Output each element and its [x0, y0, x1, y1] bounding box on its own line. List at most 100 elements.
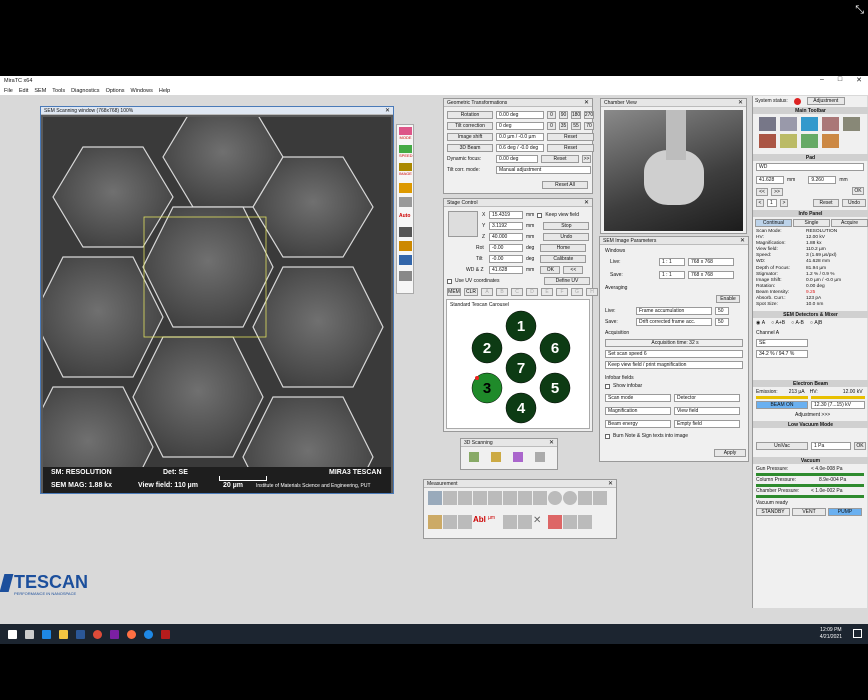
fullscreen-icon[interactable]: ⤡: [855, 4, 864, 17]
pad-next-button[interactable]: >>: [771, 188, 783, 196]
close-icon[interactable]: ✕: [385, 107, 390, 114]
slot-a[interactable]: A: [481, 288, 493, 296]
burn-texts-checkbox[interactable]: [605, 433, 610, 439]
reset-all-button[interactable]: Reset All: [542, 181, 588, 189]
rotation-field[interactable]: 0.00 deg: [496, 111, 544, 119]
brightness-icon[interactable]: [399, 197, 412, 207]
arc-icon[interactable]: [578, 491, 592, 505]
pointer-icon[interactable]: [503, 515, 517, 529]
keep-view-select[interactable]: Keep view field / print magnification: [605, 361, 743, 369]
more-button[interactable]: >>: [582, 155, 591, 163]
group-icon[interactable]: [563, 515, 577, 529]
image-tool[interactable]: IMAGE: [399, 163, 412, 177]
beam-on-button[interactable]: BEAM ON: [756, 401, 808, 409]
slot-f[interactable]: F: [556, 288, 568, 296]
stage-rot-field[interactable]: -0.00: [489, 244, 523, 252]
det-opt-a-plus-b[interactable]: ○ A+B: [771, 320, 785, 326]
slot-h[interactable]: H: [586, 288, 598, 296]
pressure-field[interactable]: 1 Pa: [811, 442, 851, 450]
tree-icon[interactable]: [801, 134, 818, 148]
store-icon[interactable]: [76, 629, 85, 639]
image-icon[interactable]: [822, 117, 839, 131]
link-icon[interactable]: [518, 515, 532, 529]
home-button[interactable]: Home: [540, 244, 587, 252]
menu-sem[interactable]: SEM: [34, 88, 46, 94]
palette-icon[interactable]: [822, 134, 839, 148]
eraser-icon[interactable]: [443, 515, 457, 529]
circle-icon[interactable]: [548, 491, 562, 505]
info-icon[interactable]: [801, 117, 818, 131]
color-icon[interactable]: [548, 515, 562, 529]
explorer-icon[interactable]: [59, 629, 68, 639]
undo-button[interactable]: Undo: [543, 233, 590, 241]
focus-icon[interactable]: [399, 227, 412, 237]
ellipse-icon[interactable]: [563, 491, 577, 505]
pad-undo-button[interactable]: Undo: [842, 199, 866, 207]
live-resolution-select[interactable]: 768 x 768: [688, 258, 734, 266]
rectangle-icon[interactable]: [518, 491, 532, 505]
3d-axis-icon[interactable]: [513, 452, 523, 462]
stage-y-field[interactable]: 3.1192: [489, 222, 523, 230]
dynamic-focus-field[interactable]: 0.00 deg: [496, 155, 538, 163]
sample-icon[interactable]: [780, 117, 797, 131]
media-icon[interactable]: [110, 629, 119, 639]
menu-windows[interactable]: Windows: [131, 88, 153, 94]
pad-prev-button[interactable]: <<: [756, 188, 768, 196]
vent-button[interactable]: VENT: [792, 508, 826, 516]
point-icon[interactable]: [593, 491, 607, 505]
image-shift-field[interactable]: 0.0 µm / -0.0 µm: [496, 133, 544, 141]
det-opt-a[interactable]: ◉ A: [756, 320, 765, 326]
edge-icon[interactable]: [144, 629, 153, 639]
det-opt-a-or-b[interactable]: ○ A|B: [810, 320, 822, 326]
mixer-icon[interactable]: [399, 255, 412, 265]
calibrate-button[interactable]: Calibrate: [540, 255, 587, 263]
tilt-correction-button[interactable]: Tilt correction: [447, 122, 493, 130]
3d-beam-button[interactable]: 3D Beam: [447, 144, 493, 152]
miratc-icon[interactable]: [161, 629, 170, 639]
rot-90[interactable]: 90: [559, 111, 568, 119]
delete-icon[interactable]: ✕: [533, 515, 547, 529]
save-frames-field[interactable]: 50: [715, 318, 729, 326]
rot-270[interactable]: 270: [584, 111, 594, 119]
univac-button[interactable]: UniVac: [756, 442, 808, 450]
stigmator-icon[interactable]: [399, 241, 412, 251]
adjustment-button[interactable]: Adjustment: [806, 97, 845, 105]
3d-view-icon[interactable]: [535, 452, 545, 462]
firefox-icon[interactable]: [127, 629, 136, 639]
hv-select[interactable]: 12.30 (7...15) kV: [811, 401, 865, 409]
standby-button[interactable]: STANDBY: [756, 508, 790, 516]
maximize-icon[interactable]: □: [838, 76, 842, 84]
tab-single[interactable]: Single: [793, 219, 830, 227]
det-opt-a-minus-b[interactable]: ○ A-B: [791, 320, 804, 326]
close-icon[interactable]: ✕: [549, 439, 554, 446]
infobar-field-2[interactable]: Detector: [674, 394, 740, 402]
save-ratio-select[interactable]: 1 : 1: [659, 271, 685, 279]
polygon-icon[interactable]: [533, 491, 547, 505]
notification-icon[interactable]: [853, 629, 862, 638]
adjust-icon[interactable]: [759, 134, 776, 148]
polyline-icon[interactable]: [458, 491, 472, 505]
3d-model-icon[interactable]: [491, 452, 501, 462]
shift-reset-button[interactable]: Reset: [547, 133, 594, 141]
slot-e[interactable]: E: [541, 288, 553, 296]
infobar-field-1[interactable]: Scan mode: [605, 394, 671, 402]
apply-button[interactable]: Apply: [714, 449, 746, 457]
task-view-icon[interactable]: [25, 629, 34, 639]
show-infobar-checkbox[interactable]: [605, 383, 610, 389]
save-resolution-select[interactable]: 768 x 768: [688, 271, 734, 279]
start-icon[interactable]: [8, 629, 17, 639]
rotation-button[interactable]: Rotation: [447, 111, 493, 119]
contrast-icon[interactable]: [399, 183, 412, 193]
distance-icon[interactable]: [488, 491, 502, 505]
close-icon[interactable]: ✕: [608, 480, 613, 487]
tilt-field[interactable]: 0 deg: [496, 122, 544, 130]
contrast-brightness-field[interactable]: 34.2 % / 94.7 %: [756, 350, 808, 358]
stage-wd-field[interactable]: 41.628: [489, 266, 523, 274]
slot-b[interactable]: B: [496, 288, 508, 296]
live-frames-field[interactable]: 50: [715, 307, 729, 315]
pad-select[interactable]: WD: [756, 163, 864, 171]
chamber-icon[interactable]: [759, 117, 776, 131]
save-accumulation-select[interactable]: Drift corrected frame acc.: [636, 318, 712, 326]
menu-edit[interactable]: Edit: [19, 88, 28, 94]
close-icon[interactable]: ✕: [584, 199, 589, 206]
